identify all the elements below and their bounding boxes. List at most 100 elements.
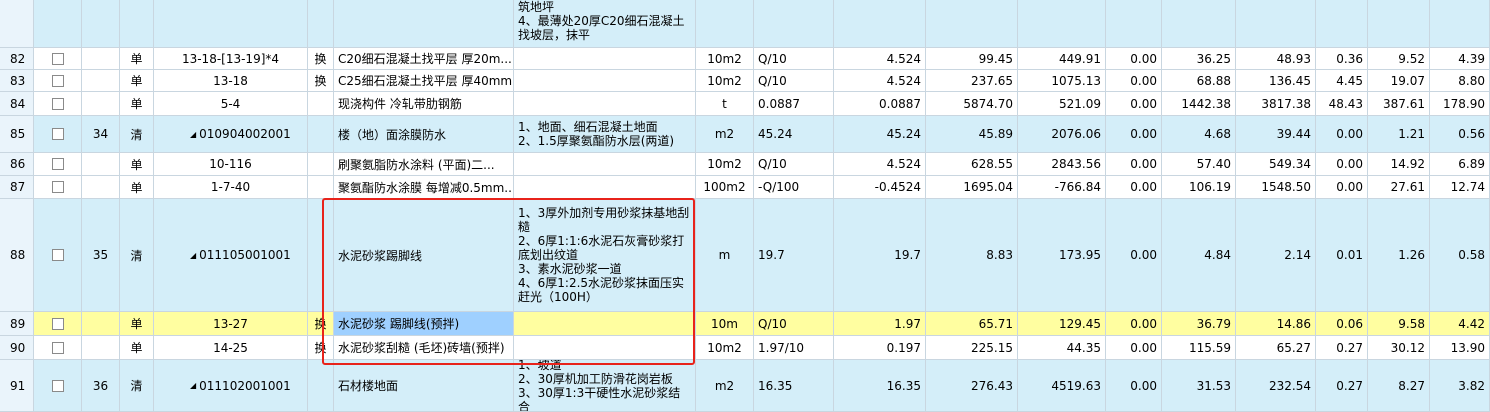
- code-cell[interactable]: 13-18: [154, 70, 308, 92]
- quantity-expression-cell[interactable]: Q/10: [754, 153, 834, 176]
- item-feature-cell[interactable]: [514, 92, 696, 116]
- unit-cell[interactable]: 10m: [696, 312, 754, 336]
- code-cell[interactable]: 10-116: [154, 153, 308, 176]
- quantity-expression-text: 19.7: [758, 248, 785, 262]
- table-row[interactable]: 89 单 13-27 换水泥砂浆 踢脚线(预拌) 10m Q/10 1.97 65.71 129…: [0, 312, 1490, 336]
- row-number-text: 86: [10, 157, 26, 171]
- unit-cell[interactable]: 10m2: [696, 70, 754, 92]
- item-name-cell[interactable]: 水泥砂浆刮糙 (毛坯)砖墙(预拌): [334, 336, 514, 360]
- table-row[interactable]: 87 单 1-7-40 聚氨酯防水涂膜 每增减0.5mm... 100m2 -Q/100 -…: [0, 176, 1490, 199]
- table-row[interactable]: 筑地坪 4、最薄处20厚C20细石混凝土找坡层，抹平: [0, 0, 1490, 48]
- row-checkbox[interactable]: [51, 74, 64, 87]
- row-checkbox[interactable]: [51, 97, 64, 110]
- code-cell[interactable]: ◢ 011105001001: [154, 199, 308, 312]
- unit-cell[interactable]: 100m2: [696, 176, 754, 199]
- code-cell[interactable]: 14-25: [154, 336, 308, 360]
- table-row[interactable]: 88 35 清 ◢ 011105001001 水泥砂浆踢脚线 1、3厚外加剂专用砂浆抹基地刮…: [0, 199, 1490, 312]
- row-checkbox-cell[interactable]: [34, 336, 82, 360]
- quantity-expression-cell[interactable]: -Q/100: [754, 176, 834, 199]
- row-checkbox-cell[interactable]: [34, 360, 82, 412]
- row-checkbox-cell[interactable]: [34, 48, 82, 70]
- item-feature-cell[interactable]: 1、3厚外加剂专用砂浆抹基地刮糙 2、6厚1:1:6水泥石灰膏砂浆打底划出纹道 …: [514, 199, 696, 312]
- item-feature-cell[interactable]: 1、地面、细石混凝土地面 2、1.5厚聚氨酯防水层(两道): [514, 116, 696, 153]
- quantity-expression-cell[interactable]: Q/10: [754, 70, 834, 92]
- quantity-expression-cell[interactable]: 0.0887: [754, 92, 834, 116]
- item-feature-cell[interactable]: 1、坡道 2、30厚机加工防滑花岗岩板 3、30厚1:3干硬性水泥砂浆结合: [514, 360, 696, 412]
- quantity-expression-cell[interactable]: Q/10: [754, 48, 834, 70]
- unit-cell[interactable]: 10m2: [696, 336, 754, 360]
- quantity-expression-cell[interactable]: 19.7: [754, 199, 834, 312]
- item-feature-cell[interactable]: [514, 176, 696, 199]
- row-checkbox[interactable]: [51, 317, 64, 330]
- code-text: 13-18: [213, 73, 248, 88]
- table-row[interactable]: 86 单 10-116 刷聚氨脂防水涂料 (平面)二... 10m2 Q/10 4.524 6…: [0, 153, 1490, 176]
- code-cell[interactable]: 13-18-[13-19]*4: [154, 48, 308, 70]
- table-row[interactable]: 82 单 13-18-[13-19]*4 换 C20细石混凝土找平层 厚20m... 10…: [0, 48, 1490, 70]
- item-name-cell[interactable]: [334, 0, 514, 48]
- row-checkbox[interactable]: [51, 379, 64, 392]
- row-checkbox[interactable]: [51, 52, 64, 65]
- item-name-cell[interactable]: 刷聚氨脂防水涂料 (平面)二...: [334, 153, 514, 176]
- cost-col-5-cell: 30.12: [1368, 336, 1430, 360]
- item-name-cell[interactable]: C20细石混凝土找平层 厚20m...: [334, 48, 514, 70]
- code-cell[interactable]: 5-4: [154, 92, 308, 116]
- collapse-triangle-icon[interactable]: ◢: [190, 251, 196, 260]
- bill-of-quantities-grid[interactable]: 筑地坪 4、最薄处20厚C20细石混凝土找坡层，抹平 82 单 13-18-[13-1…: [0, 0, 1490, 412]
- row-checkbox[interactable]: [51, 181, 64, 193]
- unit-cell[interactable]: 10m2: [696, 153, 754, 176]
- row-checkbox-cell[interactable]: [34, 92, 82, 116]
- item-feature-cell[interactable]: [514, 312, 696, 336]
- row-checkbox[interactable]: [51, 128, 64, 140]
- quantity-expression-cell[interactable]: 1.97/10: [754, 336, 834, 360]
- item-feature-cell[interactable]: [514, 153, 696, 176]
- code-text: 010904002001: [199, 127, 291, 141]
- item-feature-cell[interactable]: 筑地坪 4、最薄处20厚C20细石混凝土找坡层，抹平: [514, 0, 696, 48]
- item-name-cell[interactable]: 石材楼地面: [334, 360, 514, 412]
- item-feature-cell[interactable]: [514, 70, 696, 92]
- collapse-triangle-icon[interactable]: ◢: [190, 130, 196, 139]
- item-name-cell[interactable]: 水泥砂浆踢脚线: [334, 199, 514, 312]
- unit-cell[interactable]: m2: [696, 360, 754, 412]
- unit-cell[interactable]: [696, 0, 754, 48]
- item-name-cell[interactable]: 楼（地）面涂膜防水: [334, 116, 514, 153]
- item-name-cell[interactable]: C25细石混凝土找平层 厚40mm: [334, 70, 514, 92]
- row-checkbox[interactable]: [51, 158, 64, 170]
- table-row[interactable]: 90 单 14-25 换水泥砂浆刮糙 (毛坯)砖墙(预拌) 10m2 1.97/10 0.1…: [0, 336, 1490, 360]
- item-name-cell[interactable]: 水泥砂浆 踢脚线(预拌): [334, 312, 514, 336]
- row-checkbox[interactable]: [51, 341, 64, 354]
- item-name-cell[interactable]: 现浇构件 冷轧带肋钢筋: [334, 92, 514, 116]
- table-row[interactable]: 85 34 清 ◢ 010904002001 楼（地）面涂膜防水 1、地面、细石混凝土地面 …: [0, 116, 1490, 153]
- code-cell[interactable]: [154, 0, 308, 48]
- quantity-expression-cell[interactable]: Q/10: [754, 312, 834, 336]
- code-cell[interactable]: 1-7-40: [154, 176, 308, 199]
- collapse-triangle-icon[interactable]: ◢: [190, 381, 196, 390]
- row-checkbox-cell[interactable]: [34, 199, 82, 312]
- quantity-expression-cell[interactable]: 16.35: [754, 360, 834, 412]
- code-cell[interactable]: 13-27: [154, 312, 308, 336]
- unit-cell[interactable]: 10m2: [696, 48, 754, 70]
- unit-cell[interactable]: m: [696, 199, 754, 312]
- item-name-cell[interactable]: 聚氨酯防水涂膜 每增减0.5mm...: [334, 176, 514, 199]
- row-checkbox-cell[interactable]: [34, 312, 82, 336]
- row-checkbox-cell[interactable]: [34, 116, 82, 153]
- row-checkbox-cell[interactable]: [34, 0, 82, 48]
- quantity-expression-cell[interactable]: 45.24: [754, 116, 834, 153]
- code-cell[interactable]: ◢ 011102001001: [154, 360, 308, 412]
- item-feature-cell[interactable]: [514, 48, 696, 70]
- quantity-expression-cell[interactable]: [754, 0, 834, 48]
- table-row[interactable]: 83 单 13-18 换 C25细石混凝土找平层 厚40mm 10m2 Q/10 4.524 2…: [0, 70, 1490, 92]
- table-row[interactable]: 91 36 清 ◢ 011102001001 石材楼地面 1、坡道 2、30厚机加工防滑花岗…: [0, 360, 1490, 412]
- row-checkbox[interactable]: [51, 249, 64, 261]
- replace-flag-cell: [308, 176, 334, 199]
- row-checkbox-cell[interactable]: [34, 70, 82, 92]
- cost-col-4-text: 0.00: [1336, 157, 1363, 171]
- row-checkbox-cell[interactable]: [34, 153, 82, 176]
- cost-col-3-text: 65.27: [1276, 340, 1311, 355]
- unit-cell[interactable]: t: [696, 92, 754, 116]
- code-cell[interactable]: ◢ 010904002001: [154, 116, 308, 153]
- item-feature-cell[interactable]: [514, 336, 696, 360]
- unit-cell[interactable]: m2: [696, 116, 754, 153]
- row-checkbox-cell[interactable]: [34, 176, 82, 199]
- cost-col-6-cell: [1430, 0, 1490, 48]
- table-row[interactable]: 84 单 5-4 现浇构件 冷轧带肋钢筋 t 0.0887 0.0887 5874.70 521…: [0, 92, 1490, 116]
